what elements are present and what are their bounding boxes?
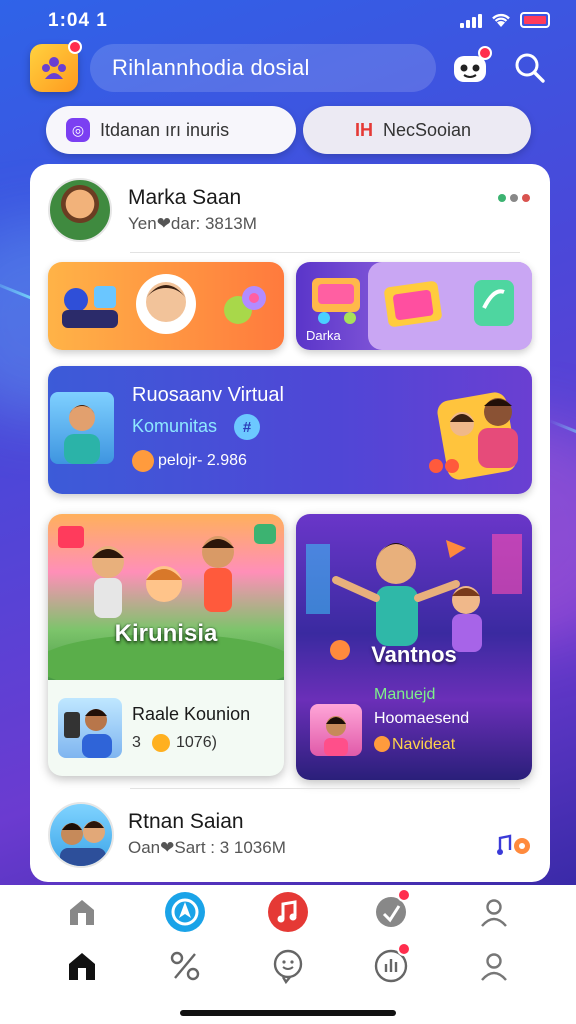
- card-line: Navideat: [392, 736, 456, 753]
- tab-explore[interactable]: [161, 888, 209, 936]
- user-icon: [481, 953, 508, 981]
- banner-subtitle: Komunitas: [132, 416, 218, 436]
- profile-row[interactable]: Rtnan Saian Oan❤Sart : 3 1036M: [48, 802, 532, 870]
- status-icons: [460, 12, 550, 28]
- app-header: Rihlannhodia dosial: [30, 40, 550, 94]
- avatar[interactable]: [48, 802, 114, 868]
- card-line: Manuejd: [374, 686, 436, 703]
- signal-icon: [460, 12, 482, 28]
- profile-name: Marka Saan: [128, 186, 242, 209]
- app-title-bar[interactable]: Rihlannhodia dosial: [90, 44, 436, 92]
- card-stat-prefix: 3: [132, 734, 141, 751]
- status-time: 1:04 1: [48, 10, 108, 31]
- virtual-room-banner[interactable]: Ruosaanv Virtual Komunitas # pelojr- 2.9…: [48, 366, 532, 494]
- search-button[interactable]: [510, 48, 550, 88]
- singer-thumbnail: [310, 704, 362, 756]
- banner-title: Ruosaanv Virtual: [132, 384, 284, 406]
- app-title: Rihlannhodia dosial: [112, 55, 310, 80]
- user-icon: [481, 899, 508, 927]
- tab-stats[interactable]: [367, 942, 415, 990]
- media-panel: [368, 262, 532, 350]
- game-collage-icon: [312, 278, 360, 324]
- people-icon: [42, 57, 66, 79]
- banner-artwork: [422, 366, 532, 494]
- media-tile-darka[interactable]: Darka: [296, 262, 532, 350]
- tab-home[interactable]: [58, 942, 106, 990]
- online-status-dots[interactable]: [498, 194, 530, 202]
- chip-label: NecSooian: [383, 119, 472, 140]
- smiley-icon: [132, 450, 154, 472]
- tab-discount[interactable]: [161, 942, 209, 990]
- chip-label: Itdanan ırı inuris: [100, 119, 230, 140]
- tab-chat[interactable]: [264, 942, 312, 990]
- notification-badge: [68, 40, 82, 54]
- notification-badge: [478, 46, 492, 60]
- chatbot-button[interactable]: [450, 46, 492, 88]
- chat-bubble-icon: [273, 949, 303, 984]
- tab-bar-bottom: [0, 936, 576, 996]
- divider: [130, 788, 520, 789]
- hashtag-icon: #: [234, 414, 260, 440]
- photo-collage-icon: [62, 274, 266, 334]
- media-tile-photos[interactable]: [48, 262, 284, 350]
- search-icon: [515, 53, 545, 83]
- card-thumbnail: [58, 698, 122, 758]
- chip-icon-text: IH: [355, 119, 373, 140]
- kids-scene-image: [48, 514, 284, 694]
- banner-thumbnail: [50, 392, 114, 464]
- status-bar: 1:04 1: [0, 8, 576, 34]
- profile-subtitle: Oan❤Sart : 3 1036M: [128, 838, 286, 857]
- avatar[interactable]: [48, 178, 112, 242]
- card-stat: 1076): [176, 734, 217, 751]
- tab-account[interactable]: [470, 942, 518, 990]
- battery-icon: [520, 12, 550, 28]
- music-note-icon[interactable]: [496, 832, 532, 861]
- kids-activity-card[interactable]: Kirunisia Raale Kounion 3 1076): [48, 514, 284, 776]
- tab-home-outline[interactable]: [58, 888, 106, 936]
- home-outline-icon: [69, 900, 94, 925]
- profile-subtitle: Yen❤dar: 3813M: [128, 214, 257, 233]
- heart-icon: [152, 734, 170, 752]
- music-icon: [267, 892, 308, 932]
- profile-name: Rtnan Saian: [128, 810, 244, 833]
- dance-event-card[interactable]: Vantnos Manuejd Hoomaesend Navideat: [296, 514, 532, 780]
- wifi-icon: [490, 12, 512, 28]
- chat-bubble-icon: ◎: [66, 118, 90, 142]
- tab-music[interactable]: [264, 888, 312, 936]
- filter-chip-social[interactable]: IH NecSooian: [303, 106, 531, 154]
- divider: [130, 252, 520, 253]
- profile-row[interactable]: Marka Saan Yen❤dar: 3813M: [48, 178, 532, 246]
- compass-icon: [164, 892, 205, 932]
- tab-notifications[interactable]: [367, 888, 415, 936]
- tab-bar-top: [0, 882, 576, 942]
- card-title: Raale Kounion: [132, 704, 251, 724]
- tile-label: Darka: [306, 328, 341, 343]
- home-icon: [68, 953, 95, 980]
- card-headline: Vantnos: [371, 642, 457, 667]
- app-logo[interactable]: [30, 40, 82, 92]
- home-indicator[interactable]: [180, 1010, 396, 1016]
- coin-icon: [374, 736, 390, 752]
- card-headline: Kirunisia: [114, 620, 218, 647]
- banner-stat: pelojr- 2.986: [158, 452, 247, 469]
- tab-profile[interactable]: [470, 888, 518, 936]
- percent-icon: [170, 951, 199, 981]
- feed-card: Marka Saan Yen❤dar: 3813M Darka Ruosaanv…: [30, 164, 550, 882]
- sticker-icons: [384, 280, 514, 327]
- filter-chip-community[interactable]: ◎ Itdanan ırı inuris: [46, 106, 296, 154]
- card-line: Hoomaesend: [374, 710, 470, 727]
